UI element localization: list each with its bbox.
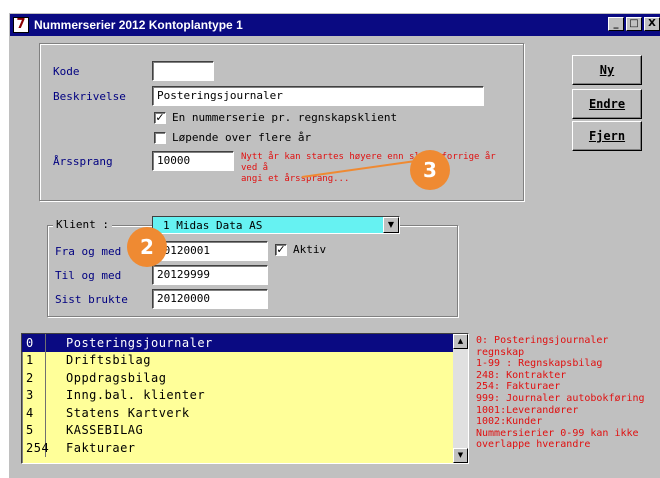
list-scrollbar[interactable]: ▲ ▼ (453, 334, 468, 463)
legend-line: overlappe hverandre (476, 439, 591, 451)
list-item-name: KASSEBILAG (66, 423, 144, 438)
scroll-up-icon[interactable]: ▲ (453, 334, 468, 349)
window-controls: _ □ X (608, 17, 660, 31)
legend-line: 1-99 : Regnskapsbilag (476, 358, 603, 370)
app-icon: 7 (13, 17, 29, 33)
callout-badge-3: 3 (410, 150, 450, 190)
list-item-code: 3 (22, 386, 46, 404)
list-item-code: 5 (22, 421, 46, 439)
klient-group-label: Klient : (53, 218, 112, 231)
endre-button[interactable]: Endre (572, 89, 642, 119)
arssprang-note-line-2: angi et årssprang... (241, 174, 350, 184)
list-item[interactable]: 3 Inng.bal. klienter (22, 386, 468, 404)
dialog-window: 7 Nummerserier 2012 Kontoplantype 1 _ □ … (8, 12, 660, 478)
maximize-icon[interactable]: □ (626, 17, 642, 31)
legend-line: 254: Fakturaer (476, 381, 561, 393)
sist-brukte-label: Sist brukte (55, 293, 128, 306)
checkbox-unchecked-icon (154, 131, 166, 144)
list-item[interactable]: 4 Statens Kartverk (22, 404, 468, 422)
legend-line: 248: Kontrakter (476, 369, 567, 381)
list-item-code: 4 (22, 404, 46, 422)
sist-brukte-field[interactable]: 20120000 (152, 289, 268, 309)
list-item[interactable]: 5 KASSEBILAG (22, 421, 468, 439)
kode-label: Kode (53, 65, 80, 78)
series-legend: 0: Posteringsjournaler regnskap 1-99 : Re… (476, 335, 660, 451)
beskrivelse-label: Beskrivelse (53, 90, 126, 103)
list-item[interactable]: 1 Driftsbilag (22, 351, 468, 369)
list-item[interactable]: 0 Posteringsjournaler (22, 334, 468, 352)
list-item-name: Oppdragsbilag (66, 370, 167, 385)
lopende-checkbox[interactable]: Løpende over flere år (154, 131, 311, 144)
legend-line: Nummersierier 0-99 kan ikke (476, 427, 639, 439)
series-rows: 0 Posteringsjournaler 1 Driftsbilag 2 Oppdrag… (22, 334, 468, 457)
list-item-code: 254 (22, 439, 49, 457)
aktiv-checkbox[interactable]: ✓ Aktiv (275, 243, 326, 256)
list-item-name: Fakturaer (66, 440, 136, 455)
series-list[interactable]: 0 Posteringsjournaler 1 Driftsbilag 2 Oppdrag… (21, 333, 469, 464)
list-item-name: Posteringsjournaler (66, 335, 213, 350)
aktiv-label: Aktiv (293, 243, 327, 256)
lopende-label: Løpende over flere år (172, 131, 312, 144)
chevron-down-icon[interactable]: ▼ (383, 217, 399, 233)
callout-badge-2: 2 (127, 227, 167, 267)
en-nummerserie-checkbox[interactable]: ✓ En nummerserie pr. regnskapsklient (154, 111, 397, 124)
legend-line: 1002:Kunder (476, 416, 543, 428)
legend-line: 999: Journaler autobokføring (476, 392, 645, 404)
legend-line: 1001:Leverandører (476, 404, 579, 416)
arssprang-label: Årssprang (53, 155, 113, 168)
arssprang-note: Nytt år kan startes høyere enn slutt for… (241, 152, 511, 185)
checkbox-checked-icon: ✓ (154, 110, 166, 124)
til-og-med-field[interactable]: 20129999 (152, 265, 268, 285)
kode-field[interactable] (152, 61, 214, 81)
list-item-code: 2 (22, 369, 46, 387)
close-icon[interactable]: X (644, 17, 660, 31)
fra-og-med-label: Fra og med (55, 245, 122, 258)
list-item-name: Statens Kartverk (66, 405, 190, 420)
beskrivelse-field[interactable]: Posteringsjournaler (152, 86, 484, 106)
legend-line: 0: Posteringsjournaler regnskap (476, 335, 609, 358)
arssprang-field[interactable]: 10000 (152, 151, 234, 171)
arssprang-note-line-1: Nytt år kan startes høyere enn slutt for… (241, 152, 496, 173)
scroll-down-icon[interactable]: ▼ (453, 448, 468, 463)
klient-dropdown[interactable]: 1 Midas Data AS ▼ (152, 216, 400, 234)
minimize-icon[interactable]: _ (608, 17, 624, 31)
fra-og-med-field[interactable]: 20120001 (152, 241, 268, 261)
window-title: Nummerserier 2012 Kontoplantype 1 (34, 18, 243, 32)
list-item[interactable]: 2 Oppdragsbilag (22, 369, 468, 387)
til-og-med-label: Til og med (55, 269, 122, 282)
title-bar[interactable]: 7 Nummerserier 2012 Kontoplantype 1 _ □ … (10, 14, 660, 36)
list-item[interactable]: 254 Fakturaer (22, 439, 468, 457)
list-item-code: 0 (22, 334, 46, 352)
ny-button[interactable]: Ny (572, 55, 642, 85)
fjern-button[interactable]: Fjern (572, 121, 642, 151)
list-item-name: Inng.bal. klienter (66, 388, 206, 403)
klient-selected: 1 Midas Data AS (153, 217, 383, 233)
list-item-code: 1 (22, 351, 46, 369)
checkbox-checked-icon: ✓ (275, 242, 287, 256)
list-item-name: Driftsbilag (66, 353, 151, 368)
en-nummerserie-label: En nummerserie pr. regnskapsklient (172, 111, 398, 124)
